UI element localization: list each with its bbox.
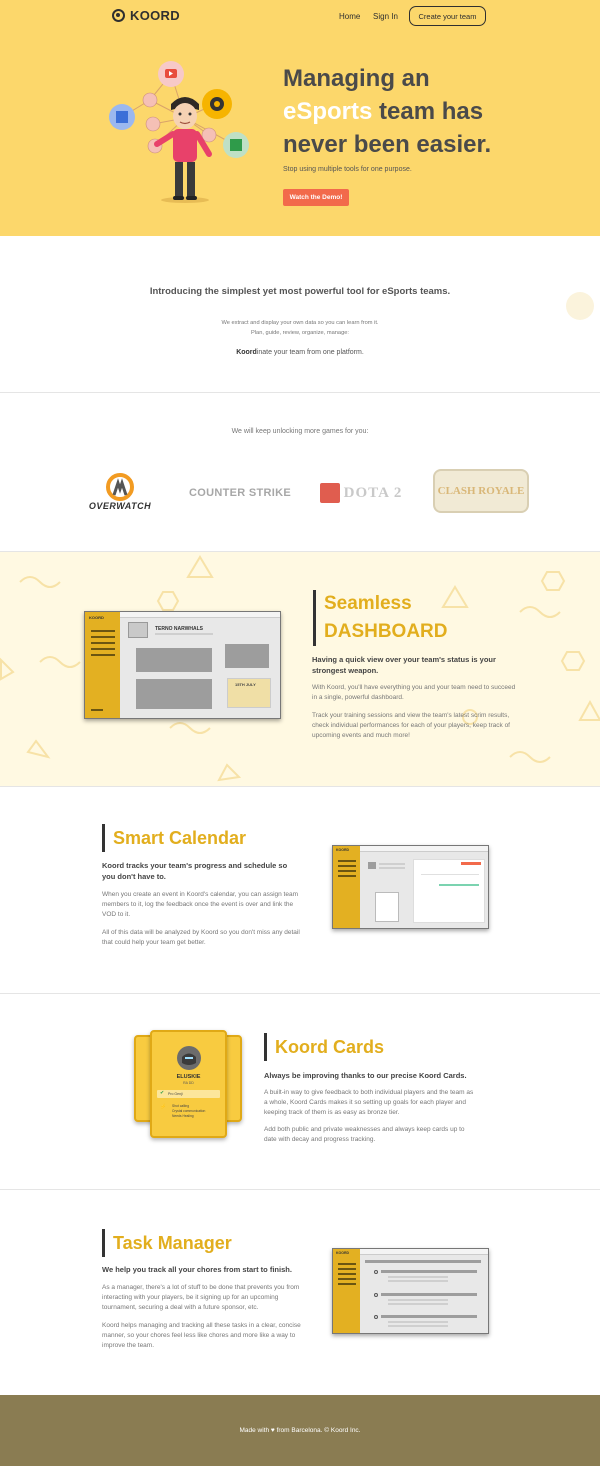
calendar-lead: Koord tracks your team's progress and sc… — [102, 861, 288, 881]
card-weakness-list: Shot calling Crystal communication Needs… — [172, 1104, 205, 1119]
tasks-p2: Koord helps managing and tracking all th… — [102, 1322, 301, 1349]
counter-strike-logo: COUNTER STRIKE — [180, 478, 300, 508]
hero-title-line2-rest: team has — [379, 98, 484, 125]
card-player-name: ELUSKIE — [176, 1074, 201, 1080]
tasks-screenshot: KOORD — [332, 1248, 489, 1334]
calendar-section: Smart Calendar Koord tracks your team's … — [0, 787, 600, 994]
intro-heading: Introducing the simplest yet most powerf… — [149, 286, 451, 297]
hero-subtitle: Stop using multiple tools for one purpos… — [283, 166, 412, 173]
dashboard-title-line2: DASHBOARD — [324, 621, 448, 642]
tasks-p1: As a manager, there's a lot of stuff to … — [102, 1284, 300, 1311]
decorative-circle — [566, 292, 594, 320]
overwatch-icon — [106, 473, 134, 501]
mock-calendar-grid — [413, 859, 485, 923]
overwatch-logo: OVERWATCH — [80, 471, 160, 513]
mock-brand: KOORD — [336, 848, 350, 852]
intro-tag-bold: Koord — [236, 349, 257, 356]
player-avatar-icon — [177, 1046, 201, 1070]
mock-event-card — [375, 892, 399, 922]
hero-title-line2: eSports team has — [283, 95, 523, 128]
koord-card-front: ELUSKIE RA DD ✔ Pro Genji ⚡ Shot calling… — [150, 1030, 227, 1138]
cards-lead: Always be improving thanks to our precis… — [264, 1071, 467, 1080]
cards-title: Koord Cards — [264, 1033, 384, 1061]
dashboard-screenshot: KOORD TERNO NARWHALS 15TH JULY — [84, 611, 281, 719]
koord-logo-icon — [112, 9, 125, 22]
hero-title-line3: never been easier. — [283, 131, 492, 158]
dashboard-lead: Having a quick view over your team's sta… — [312, 655, 496, 675]
dashboard-p1: With Koord, you'll have everything you a… — [312, 684, 516, 701]
tasks-title: Task Manager — [102, 1229, 232, 1257]
intro-section: Introducing the simplest yet most powerf… — [0, 236, 600, 393]
dota2-label: DOTA 2 — [343, 484, 403, 501]
dashboard-p2: Track your training sessions and view th… — [312, 712, 510, 739]
counter-strike-label: COUNTER STRIKE — [189, 487, 291, 499]
calendar-p2: All of this data will be analyzed by Koo… — [102, 929, 300, 946]
watch-demo-button[interactable]: Watch the Demo! — [283, 189, 349, 206]
mock-sidebar — [333, 1249, 360, 1333]
intro-line1: We extract and display your own data so … — [221, 320, 379, 326]
games-section: We will keep unlocking more games for yo… — [0, 393, 600, 552]
hero-title-line1: Managing an — [283, 65, 430, 92]
card-item-1: Pro Genji — [168, 1092, 183, 1096]
intro-line2: Plan, guide, review, organize, manage: — [250, 330, 349, 336]
lightning-icon: ⚡ — [160, 1104, 167, 1110]
cards-p2: Add both public and private weaknesses a… — [264, 1126, 465, 1143]
mock-date: 15TH JULY — [235, 682, 256, 687]
hero-title: Managing an eSports team has never been … — [283, 62, 523, 161]
task-manager-section: Task Manager We help you track all your … — [0, 1190, 600, 1395]
brand-name: KOORD — [130, 8, 180, 23]
footer-text: Made with ♥ from Barcelona. © Koord Inc. — [239, 1427, 361, 1434]
clash-royale-label: CLASH ROYALE — [433, 469, 529, 513]
nav-signin-link[interactable]: Sign In — [373, 12, 398, 21]
mock-sidebar — [333, 846, 360, 928]
dota2-logo: DOTA 2 — [306, 478, 416, 508]
mock-brand: KOORD — [336, 1251, 350, 1255]
clash-royale-logo: CLASH ROYALE — [432, 467, 530, 515]
mock-topbar — [360, 1249, 488, 1255]
nav-home-link[interactable]: Home — [339, 12, 360, 21]
overwatch-label: OVERWATCH — [88, 501, 152, 511]
card-item-4: Needs Healing — [172, 1114, 194, 1118]
cards-p1: A built-in way to give feedback to both … — [264, 1089, 474, 1116]
mock-sidebar — [85, 612, 120, 718]
dashboard-title-line1: Seamless — [324, 593, 412, 614]
dashboard-section: KOORD TERNO NARWHALS 15TH JULY Seamless … — [0, 552, 600, 787]
card-strength-row: ✔ Pro Genji — [157, 1090, 220, 1098]
games-heading: We will keep unlocking more games for yo… — [231, 428, 369, 435]
top-nav: KOORD Home Sign In Create your team — [0, 0, 600, 34]
hero-section: KOORD Home Sign In Create your team Mana… — [0, 0, 600, 236]
mock-topbar — [360, 846, 488, 852]
tasks-lead: We help you track all your chores from s… — [102, 1265, 292, 1274]
card-player-role: RA DD — [183, 1081, 194, 1085]
dashboard-title: Seamless DASHBOARD — [313, 590, 448, 646]
mock-brand: KOORD — [89, 615, 104, 620]
calendar-screenshot: KOORD — [332, 845, 489, 929]
hero-illustration — [109, 61, 249, 203]
create-team-button[interactable]: Create your team — [409, 6, 486, 26]
intro-tagline: Koordinate your team from one platform. — [0, 349, 600, 356]
mock-topbar — [120, 612, 280, 618]
intro-tag-rest: inate your team from one platform. — [256, 349, 364, 356]
dota2-icon — [319, 483, 340, 503]
footer: Made with ♥ from Barcelona. © Koord Inc. — [0, 1395, 600, 1466]
brand-logo[interactable]: KOORD — [112, 8, 180, 23]
calendar-p1: When you create an event in Koord's cale… — [102, 891, 298, 918]
hero-title-highlight: eSports — [283, 98, 373, 125]
team-avatar — [128, 622, 148, 638]
mock-team-name: TERNO NARWHALS — [155, 626, 203, 632]
calendar-title: Smart Calendar — [102, 824, 246, 852]
check-icon: ✔ — [160, 1090, 165, 1096]
koord-cards-section: ELUSKIE RA DD ✔ Pro Genji ⚡ Shot calling… — [0, 994, 600, 1190]
